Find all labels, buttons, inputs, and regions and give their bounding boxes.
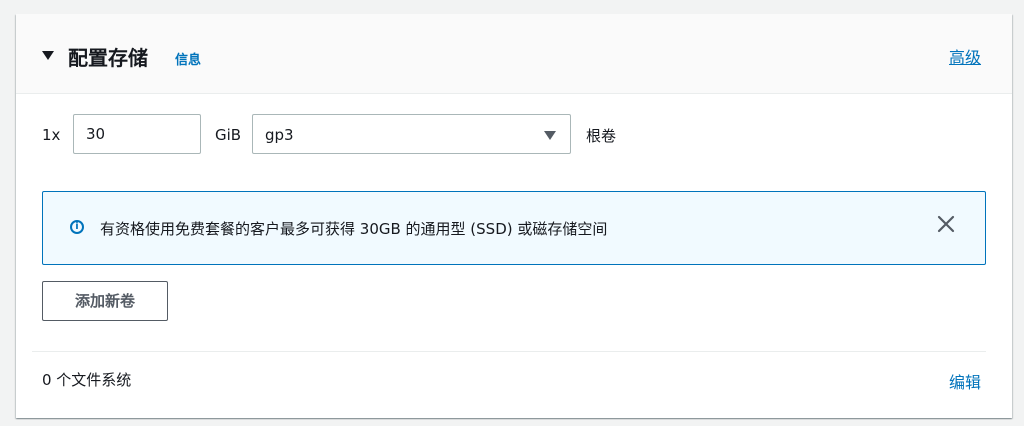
caret-down-icon [544, 131, 556, 140]
edit-filesystems-link[interactable]: 编辑 [949, 369, 981, 393]
storage-config-panel: 配置存储 信息 高级 1x 30 GiB gp3 根卷 i 有资格使用免费套餐的… [16, 14, 1012, 418]
free-tier-alert: i 有资格使用免费套餐的客户最多可获得 30GB 的通用型 (SSD) 或磁存储… [42, 191, 986, 265]
add-volume-button[interactable]: 添加新卷 [42, 281, 168, 321]
volume-row: 1x 30 GiB gp3 根卷 [42, 114, 992, 156]
filesystem-count-label: 0 个文件系统 [42, 371, 132, 389]
volume-unit-label: GiB [215, 126, 242, 144]
volume-size-input[interactable]: 30 [73, 114, 201, 154]
volume-count-label: 1x [42, 126, 61, 144]
close-icon[interactable] [936, 214, 956, 234]
volume-type-select[interactable]: gp3 [252, 114, 571, 154]
root-volume-label: 根卷 [586, 127, 617, 145]
advanced-link[interactable]: 高级 [949, 44, 981, 68]
divider [32, 351, 986, 352]
panel-header: 配置存储 信息 高级 [16, 14, 1012, 94]
section-title[interactable]: 配置存储 [68, 42, 148, 71]
info-icon: i [70, 220, 84, 234]
info-link[interactable]: 信息 [175, 49, 201, 68]
volume-type-value: gp3 [265, 126, 294, 144]
alert-message: 有资格使用免费套餐的客户最多可获得 30GB 的通用型 (SSD) 或磁存储空间 [100, 220, 608, 238]
collapse-caret-icon[interactable] [42, 51, 54, 60]
